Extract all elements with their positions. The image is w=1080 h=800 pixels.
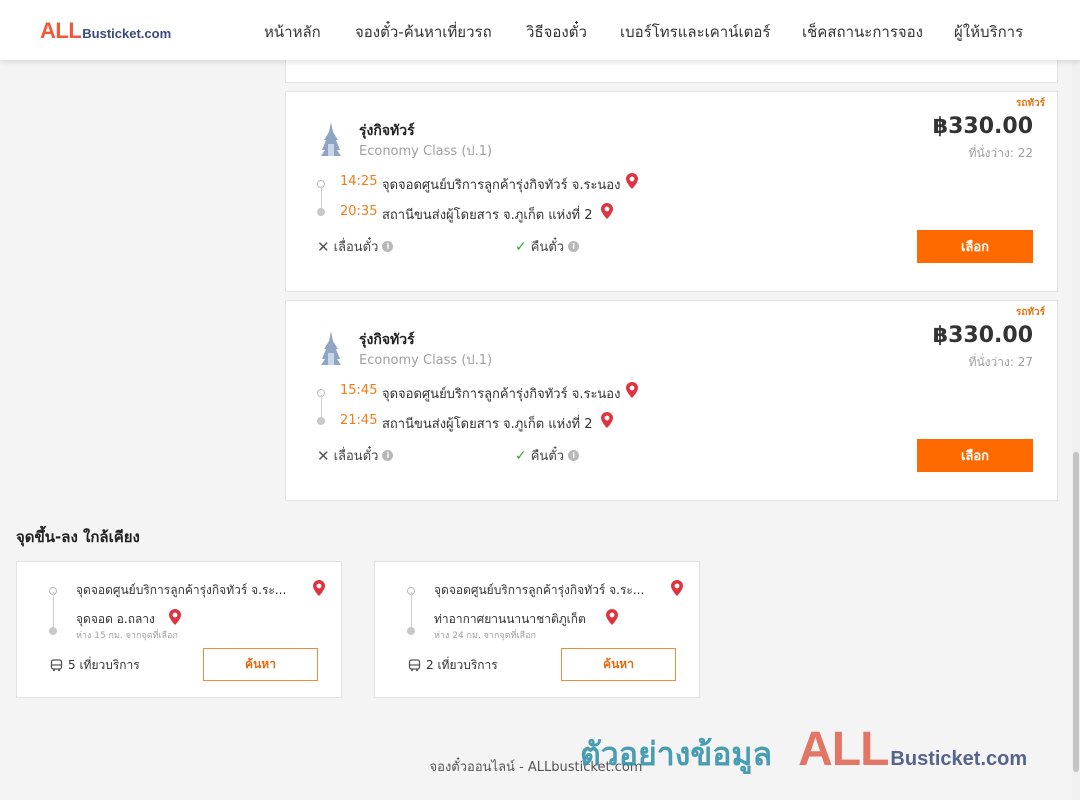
map-pin-icon[interactable] [169, 609, 181, 625]
scrollbar-thumb[interactable] [1073, 452, 1079, 772]
site-logo[interactable]: ALL Busticket.com [40, 18, 171, 44]
nearby-trip-count-label: 2 เที่ยวบริการ [426, 658, 498, 672]
bus-icon [408, 659, 421, 672]
nearby-trip-count: 2 เที่ยวบริการ [408, 656, 498, 675]
nearby-search-button[interactable]: ค้นหา [203, 648, 318, 681]
destination-dot [49, 627, 57, 635]
nav-operators[interactable]: ผู้ให้บริการ [954, 20, 1023, 44]
route-line [321, 395, 322, 419]
nearby-from-stop: จุดจอดศูนย์บริการลูกค้ารุ่งกิจทัวร์ จ.ระ… [76, 583, 287, 597]
nav-book-search[interactable]: จองตั๋ว-ค้นหาเที่ยวรถ [355, 20, 492, 44]
seats-available: ที่นั่งว่าง: 27 [968, 355, 1033, 369]
vehicle-type-tag: รถทัวร์ [1015, 307, 1045, 318]
map-pin-icon[interactable] [671, 580, 683, 596]
bus-icon [50, 659, 63, 672]
bus-class: Economy Class (ป.1) [359, 144, 493, 159]
refund-policy[interactable]: ✓ คืนตั๋ว i [515, 445, 580, 466]
ticket-price: ฿330.00 [932, 323, 1033, 348]
page-scrollbar[interactable] [1072, 0, 1080, 800]
sample-data-watermark: ตัวอย่างข้อมูล ALL Busticket.com [580, 722, 1027, 780]
operator-name: รุ่งกิจทัวร์ [359, 332, 415, 348]
reschedule-label: เลื่อนตั๋ว [333, 449, 379, 464]
operator-logo-icon [321, 331, 341, 365]
nav-home[interactable]: หน้าหลัก [264, 20, 321, 44]
nav-how-to-book[interactable]: วิธีจองตั๋ว [526, 20, 587, 44]
operator-logo-icon [321, 122, 341, 156]
vehicle-type-tag: รถทัวร์ [1015, 98, 1045, 109]
check-icon: ✓ [515, 238, 527, 255]
watermark-logo-all: ALL [798, 723, 889, 776]
select-trip-button[interactable]: เลือก [917, 439, 1033, 472]
info-icon[interactable]: i [382, 450, 394, 461]
route-line [53, 592, 54, 628]
trip-card: รถทัวร์ รุ่งกิจทัวร์ Economy Class (ป.1)… [285, 300, 1058, 501]
seats-available: ที่นั่งว่าง: 22 [968, 146, 1033, 160]
watermark-logo-busticket: Busticket.com [890, 748, 1028, 770]
reschedule-policy[interactable]: ✕ เลื่อนตั๋ว i [317, 445, 394, 466]
bus-class: Economy Class (ป.1) [359, 353, 493, 368]
depart-stop: จุดจอดศูนย์บริการลูกค้ารุ่งกิจทัวร์ จ.ระ… [382, 387, 621, 402]
nearby-stop-card: จุดจอดศูนย์บริการลูกค้ารุ่งกิจทัวร์ จ.ระ… [16, 561, 342, 698]
depart-stop: จุดจอดศูนย์บริการลูกค้ารุ่งกิจทัวร์ จ.ระ… [382, 178, 621, 193]
depart-time: 14:25 [340, 174, 378, 189]
nav-check-status[interactable]: เช็คสถานะการจอง [802, 20, 923, 44]
info-icon[interactable]: i [382, 241, 394, 252]
route-line [321, 186, 322, 210]
destination-dot [317, 208, 325, 216]
destination-dot [407, 627, 415, 635]
depart-time: 15:45 [340, 383, 378, 398]
trip-card-previous [285, 56, 1058, 83]
site-header: ALL Busticket.com หน้าหลัก จองตั๋ว-ค้นหา… [0, 0, 1080, 60]
arrive-stop: สถานีขนส่งผู้โดยสาร จ.ภูเก็ต แห่งที่ 2 [382, 208, 593, 223]
nearby-distance: ห่าง 24 กม. จากจุดที่เลือก [434, 631, 536, 641]
nearby-stops-title: จุดขึ้น-ลง ใกล้เคียง [16, 528, 140, 546]
nearby-from-stop: จุดจอดศูนย์บริการลูกค้ารุ่งกิจทัวร์ จ.ระ… [434, 583, 645, 597]
operator-name: รุ่งกิจทัวร์ [359, 123, 415, 139]
info-icon[interactable]: i [568, 450, 580, 461]
ticket-price: ฿330.00 [932, 114, 1033, 139]
nearby-trip-count: 5 เที่ยวบริการ [50, 656, 140, 675]
info-icon[interactable]: i [568, 241, 580, 252]
map-pin-icon[interactable] [601, 412, 613, 428]
nearby-search-button[interactable]: ค้นหา [561, 648, 676, 681]
map-pin-icon[interactable] [626, 173, 638, 189]
map-pin-icon[interactable] [601, 203, 613, 219]
refund-label: คืนตั๋ว [530, 240, 565, 255]
reschedule-policy[interactable]: ✕ เลื่อนตั๋ว i [317, 236, 394, 257]
arrive-time: 20:35 [340, 204, 378, 219]
cross-icon: ✕ [317, 446, 330, 465]
select-trip-button[interactable]: เลือก [917, 230, 1033, 263]
arrive-time: 21:45 [340, 413, 378, 428]
nearby-distance: ห่าง 15 กม. จากจุดที่เลือก [76, 631, 178, 641]
map-pin-icon[interactable] [313, 580, 325, 596]
nearby-to-stop: ท่าอากาศยานนานาชาติภูเก็ต [434, 612, 586, 626]
logo-all: ALL [40, 18, 82, 43]
logo-busticket: Busticket.com [82, 26, 172, 41]
refund-label: คืนตั๋ว [530, 449, 565, 464]
nav-phone-counter[interactable]: เบอร์โทรและเคาน์เตอร์ [620, 20, 770, 44]
reschedule-label: เลื่อนตั๋ว [333, 240, 379, 255]
watermark-text: ตัวอย่างข้อมูล [580, 735, 773, 773]
nearby-trip-count-label: 5 เที่ยวบริการ [68, 658, 140, 672]
map-pin-icon[interactable] [626, 382, 638, 398]
refund-policy[interactable]: ✓ คืนตั๋ว i [515, 236, 580, 257]
route-line [411, 592, 412, 628]
nearby-to-stop: จุดจอด อ.ถลาง [76, 612, 155, 626]
map-pin-icon[interactable] [606, 609, 618, 625]
check-icon: ✓ [515, 447, 527, 464]
destination-dot [317, 417, 325, 425]
arrive-stop: สถานีขนส่งผู้โดยสาร จ.ภูเก็ต แห่งที่ 2 [382, 417, 593, 432]
nearby-stop-card: จุดจอดศูนย์บริการลูกค้ารุ่งกิจทัวร์ จ.ระ… [374, 561, 700, 698]
cross-icon: ✕ [317, 237, 330, 256]
trip-card: รถทัวร์ รุ่งกิจทัวร์ Economy Class (ป.1)… [285, 91, 1058, 292]
watermark-logo: ALL Busticket.com [798, 722, 1027, 777]
